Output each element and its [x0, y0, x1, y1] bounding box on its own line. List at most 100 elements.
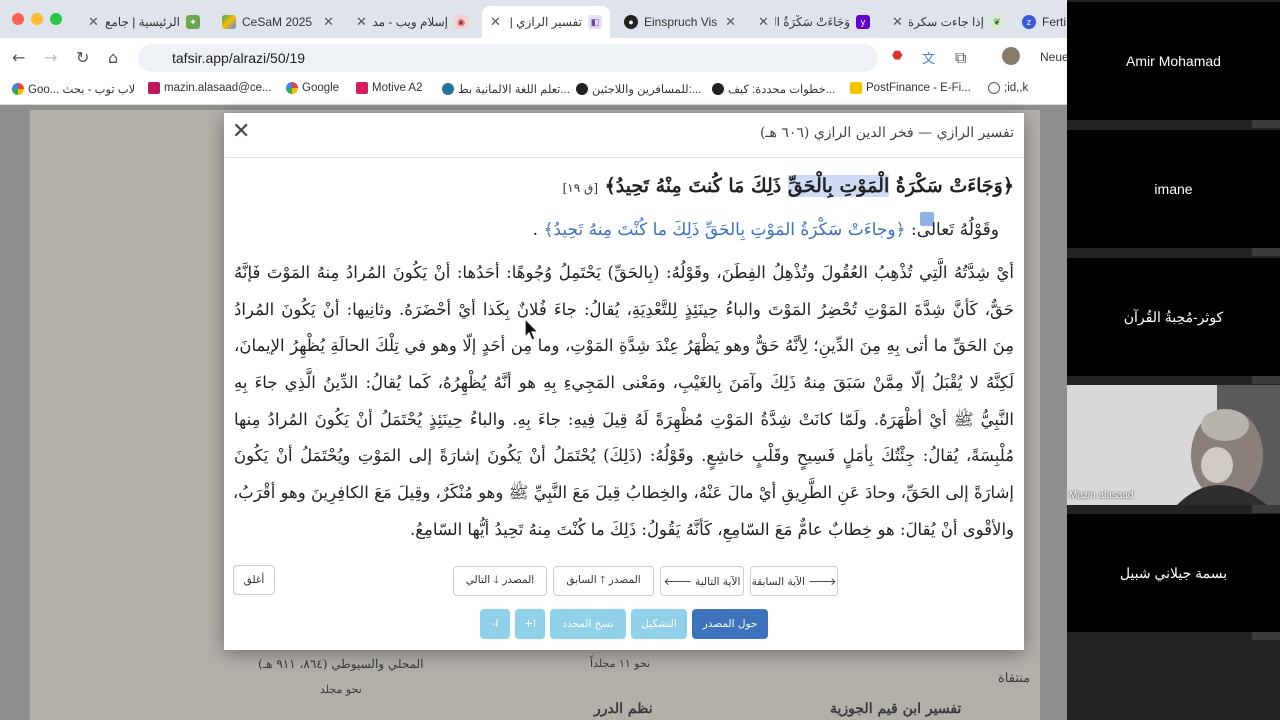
- mouse-cursor-icon: [524, 318, 540, 341]
- tafsir-icon: ◧: [588, 15, 602, 29]
- islamweb-icon: ◉: [454, 15, 468, 29]
- back-arrow-icon[interactable]: ←: [12, 48, 25, 67]
- tile-separator: [1252, 632, 1280, 640]
- close-icon[interactable]: ✕: [490, 14, 501, 30]
- ayah-reference: [ق ١٩]: [562, 181, 598, 195]
- participant-tile[interactable]: بسمة جيلاني شبيل: [1067, 514, 1280, 632]
- g-icon: [712, 83, 724, 95]
- tab-sakrat[interactable]: ❦ إذا جاءت سكرة ✕: [884, 6, 1012, 38]
- minimize-window-button[interactable]: [31, 13, 43, 25]
- zm-icon: z: [1022, 15, 1036, 29]
- font-decrease-button[interactable]: ا-: [480, 609, 510, 639]
- tab-bar: ✦ الرئيسية | جامع ✕ CeSaM 2025 ✕ ◉ إسلام…: [0, 0, 1067, 38]
- tab-title: إسلام ويب - مد: [372, 15, 448, 29]
- tab-jami[interactable]: ✦ الرئيسية | جامع ✕: [80, 6, 208, 38]
- bookmark-item[interactable]: ;id,,k: [988, 82, 1028, 94]
- previous-ayah-button[interactable]: 🡒 الآية السابقة: [750, 566, 838, 596]
- adblock-icon[interactable]: ⬣: [892, 48, 902, 62]
- participant-tile[interactable]: كوثر-مُحِبةُ القُرآن: [1067, 258, 1280, 376]
- participant-name: Amir Mohamad: [1126, 53, 1221, 69]
- participant-tile[interactable]: imane: [1067, 130, 1280, 248]
- tab-cesam[interactable]: CeSaM 2025 ✕: [214, 6, 342, 38]
- background-item-title: المحلي والسيوطي (٨٦٤، ٩١١ هـ): [258, 657, 424, 671]
- google-drive-icon: [222, 15, 236, 29]
- quote-line: وقَوْلُهُ تَعالى: ﴿وجاءَتْ سَكْرَةُ المَ…: [532, 220, 999, 240]
- tafsir-modal: ✕ تفسير الرازي — فخر الدين الرازي (٦٠٦ ه…: [224, 113, 1024, 650]
- commentary-line: أيْ شِدَّتُهُ الَّتِي تُذْهِبُ العُقُولَ…: [234, 263, 1014, 282]
- bookmark-item[interactable]: Google: [286, 82, 339, 94]
- background-item-subtitle: نحو ١١ مجلداً: [590, 657, 651, 670]
- participant-name: imane: [1154, 181, 1193, 197]
- wordpress-icon: [442, 83, 454, 95]
- tab-fertig[interactable]: z Fertig: [1014, 6, 1067, 38]
- forward-arrow-icon[interactable]: →: [44, 48, 57, 67]
- close-icon[interactable]: ✕: [758, 14, 769, 30]
- participant-video-icon: [1067, 385, 1280, 505]
- copy-selected-button[interactable]: نسخ المحدد: [550, 609, 626, 639]
- previous-source-button[interactable]: المصدر 🡑 السابق: [553, 566, 654, 596]
- participant-name: Mazin alasaad: [1069, 490, 1134, 501]
- g-icon: [576, 83, 588, 95]
- participant-tile[interactable]: Amir Mohamad: [1067, 2, 1280, 120]
- postfinance-icon: [850, 82, 862, 94]
- close-icon[interactable]: ✕: [892, 14, 903, 30]
- next-ayah-button[interactable]: الآية التالية 🡐: [660, 566, 744, 596]
- tile-separator: [1252, 120, 1280, 128]
- tab-tafsir-alrazi[interactable]: ◧ تفسير الرازي | 9 ✕: [482, 6, 610, 38]
- tab-yahoo[interactable]: y وَجَاءَتْ سَكْرَةُ الْ ✕: [750, 6, 878, 38]
- close-icon[interactable]: ✕: [725, 14, 736, 30]
- tab-icon-jami: ✦: [186, 15, 200, 29]
- extensions-icon[interactable]: ⧉: [955, 48, 966, 68]
- bookmark-item[interactable]: خطوات محددة: كيف...: [712, 82, 835, 96]
- home-icon[interactable]: ⌂: [108, 48, 118, 67]
- commentary-line: والأقْوى أنْ يُقالَ: هو خِطابٌ عامٌّ مَع…: [409, 519, 1014, 539]
- participant-video-tile[interactable]: Mazin alasaad: [1067, 385, 1280, 505]
- tab-title: وَجَاءَتْ سَكْرَةُ الْ: [774, 15, 850, 29]
- bookmark-item[interactable]: mazin.alasaad@ce...: [148, 82, 272, 94]
- commentary-line: لَكِنَّهُ لا يُقْبَلُ إلّا مِمَّنْ سَبَق…: [234, 373, 1014, 393]
- commentary-line: النَّبِيُّ ﷺ أيْ أظْهَرَهُ. ولَمّا كانَت…: [234, 409, 1014, 429]
- participants-sidebar: Amir Mohamad imane كوثر-مُحِبةُ القُرآن …: [1067, 0, 1280, 720]
- bookmark-item[interactable]: PostFinance - E-Fi...: [850, 82, 971, 94]
- tab-title: تفسير الرازي | 9: [507, 15, 582, 29]
- tile-separator: [1252, 248, 1280, 256]
- url-text[interactable]: tafsir.app/alrazi/50/19: [172, 50, 305, 66]
- tab-title: إذا جاءت سكرة: [908, 15, 984, 29]
- close-icon[interactable]: ✕: [323, 14, 334, 30]
- tab-islamweb[interactable]: ◉ إسلام ويب - مد ✕: [348, 6, 476, 38]
- commentary-line: حَقٌّ، كَأنَّ شِدَّةَ المَوْتِ تُحْضِرُ …: [234, 299, 1014, 319]
- commentary-line: مُلْبِسَةً، يُقالُ: جِئْتُكَ بِأمَلٍ فَس…: [234, 446, 1014, 466]
- github-icon: ●: [624, 15, 638, 29]
- bookmark-item[interactable]: Motive A2: [356, 82, 423, 94]
- commentary-line: إشارَةً إلى الحَقِّ، وحادَ عَنِ الطَّرِي…: [234, 483, 1014, 503]
- about-source-button[interactable]: حول المصدر: [692, 609, 768, 639]
- bookmark-item[interactable]: تعلم اللغة الالمانية بط...: [442, 82, 570, 96]
- reload-icon[interactable]: ↻: [76, 48, 89, 67]
- google-icon: [286, 82, 298, 94]
- ayah-text: ﴿وَجَاءَتْ سَكْرَةُ الْمَوْتِ بِالْحَقِّ…: [562, 175, 1014, 197]
- google-icon: [12, 83, 24, 95]
- globe-icon: [988, 82, 1000, 94]
- close-icon[interactable]: ✕: [356, 14, 367, 30]
- bookmark-item[interactable]: Goo... لاب توب - بحث: [12, 82, 135, 96]
- close-window-button[interactable]: [12, 13, 24, 25]
- next-source-button[interactable]: المصدر 🡓 التالي: [453, 566, 547, 596]
- tab-einspruch[interactable]: ● Einspruch Vis ✕: [616, 6, 744, 38]
- background-item-title: نظم الدرر: [594, 701, 653, 717]
- translate-icon[interactable]: 文: [922, 48, 935, 67]
- profile-label[interactable]: Neue: [1040, 50, 1067, 64]
- maximize-window-button[interactable]: [50, 13, 62, 25]
- font-increase-button[interactable]: ا+: [515, 609, 545, 639]
- tab-title: Einspruch Vis: [644, 15, 718, 29]
- modal-header: ✕ تفسير الرازي — فخر الدين الرازي (٦٠٦ ه…: [224, 113, 1024, 158]
- diacritics-toggle-button[interactable]: التشكيل: [631, 609, 687, 639]
- selected-text[interactable]: الْمَوْتِ بِالْحَقِّ: [787, 175, 890, 197]
- close-icon[interactable]: ✕: [88, 14, 99, 30]
- tab-title: الرئيسية | جامع: [104, 15, 180, 29]
- bookmark-item[interactable]: للمسافرين واللاجئين:...: [576, 82, 701, 96]
- motive-icon: [356, 82, 368, 94]
- close-button[interactable]: أغلق: [233, 565, 275, 595]
- close-icon[interactable]: ✕: [232, 119, 250, 144]
- avatar[interactable]: [1002, 47, 1020, 65]
- background-item-title: تفسير ابن قيم الجوزية: [830, 701, 962, 717]
